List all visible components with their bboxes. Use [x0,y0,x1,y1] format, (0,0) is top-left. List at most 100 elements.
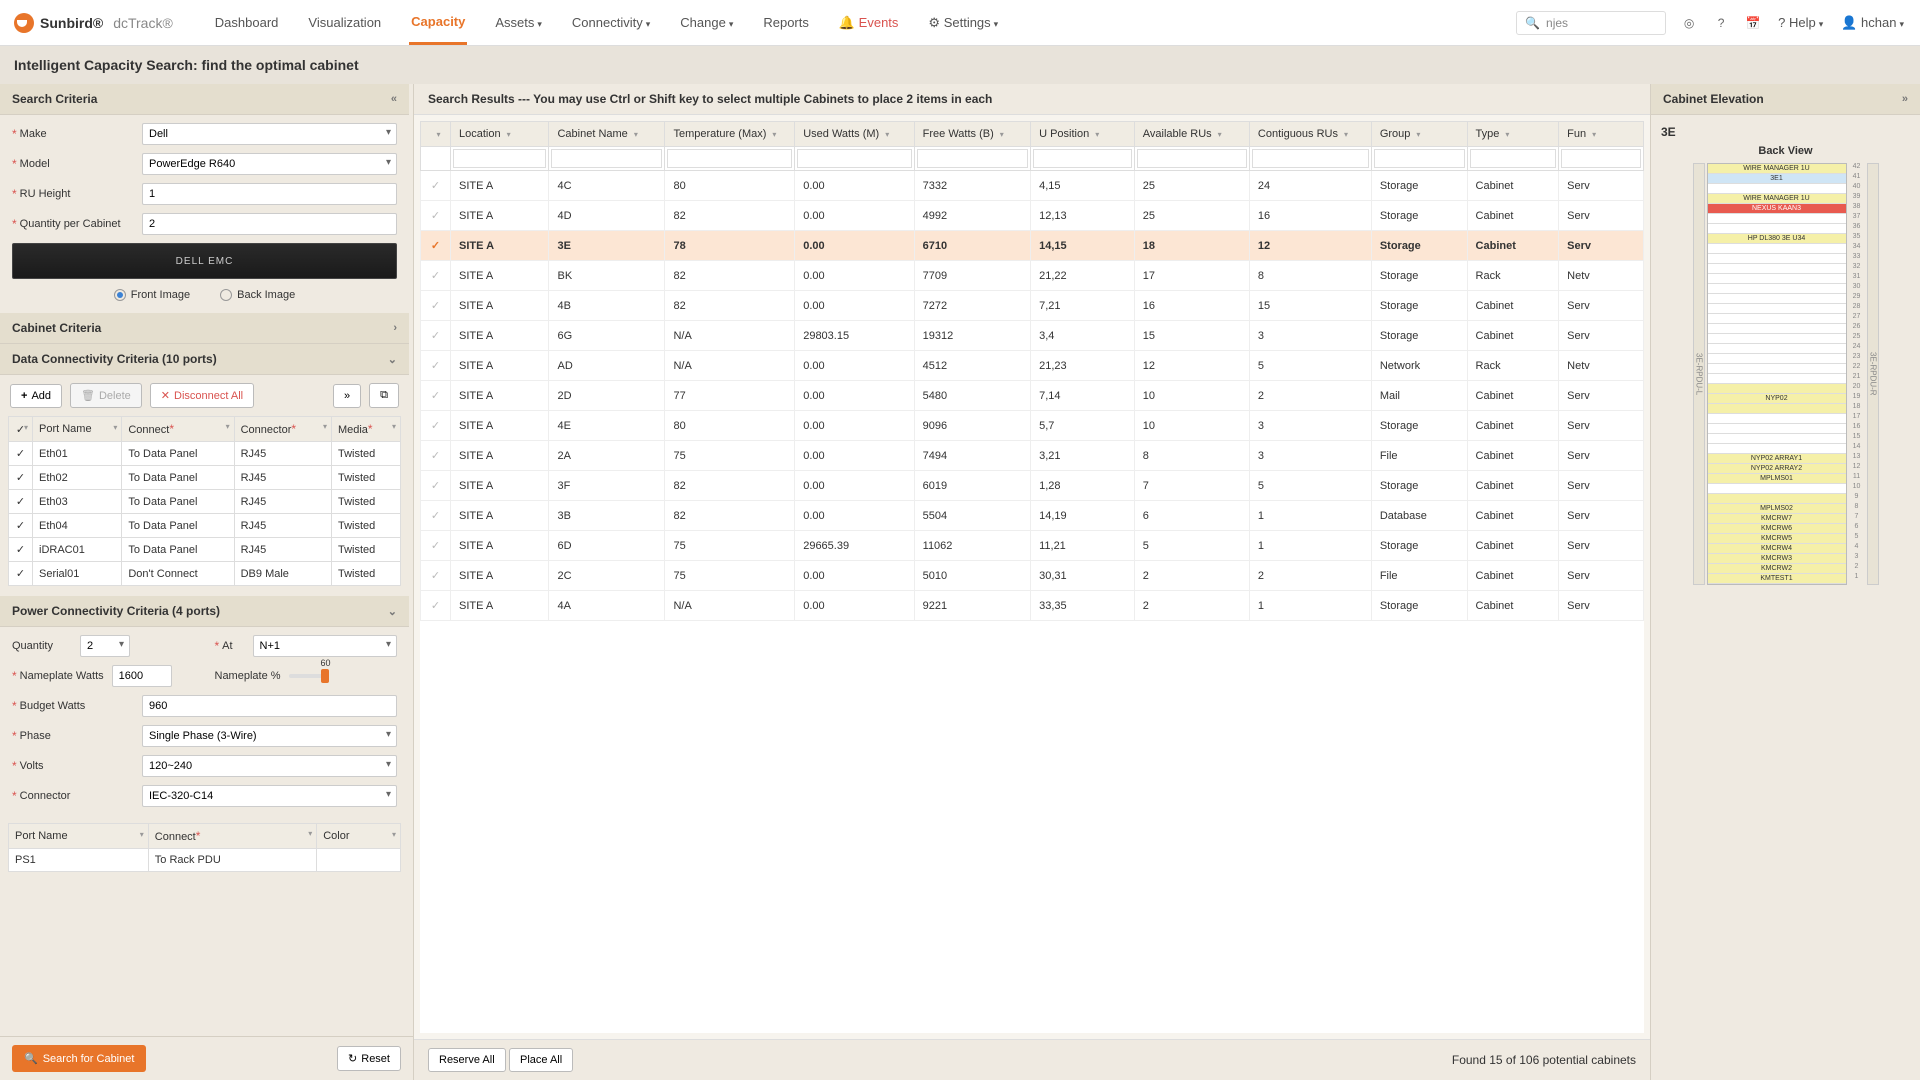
column-filter[interactable] [917,149,1028,168]
nav-dashboard[interactable]: Dashboard [213,2,281,43]
row-check[interactable]: ✓ [421,471,451,501]
target-icon[interactable]: ◎ [1680,14,1698,32]
back-image-radio[interactable]: Back Image [220,289,295,301]
rack-unit[interactable] [1708,264,1846,274]
column-filter[interactable] [551,149,662,168]
rack-unit[interactable]: HP DL380 3E U34 [1708,234,1846,244]
col-header[interactable]: Connect* [148,824,316,849]
help-menu[interactable]: ? Help▾ [1776,2,1825,43]
rack-unit[interactable] [1708,344,1846,354]
col-header[interactable]: Port Name [33,417,122,442]
results-row[interactable]: ✓SITE A2A750.0074943,2183FileCabinetServ [421,441,1644,471]
results-col-header[interactable]: Group [1371,122,1467,147]
port-row[interactable]: ✓Eth04To Data PanelRJ45Twisted [9,514,401,538]
rack-unit[interactable]: NEXUS KAAN3 [1708,204,1846,214]
results-row[interactable]: ✓SITE A4AN/A0.00922133,3521StorageCabine… [421,591,1644,621]
results-row[interactable]: ✓SITE A4B820.0072727,211615StorageCabine… [421,291,1644,321]
nav-reports[interactable]: Reports [761,2,811,43]
ru-height-input[interactable] [142,183,397,205]
rack-unit[interactable] [1708,314,1846,324]
place-all-button[interactable]: Place All [509,1048,573,1072]
connector-select[interactable]: IEC-320-C14 [142,785,397,807]
row-check[interactable]: ✓ [421,231,451,261]
rack-unit[interactable] [1708,354,1846,364]
row-check[interactable]: ✓ [421,441,451,471]
rack-unit[interactable] [1708,424,1846,434]
results-row[interactable]: ✓SITE A3F820.0060191,2875StorageCabinetS… [421,471,1644,501]
rack-unit[interactable] [1708,414,1846,424]
collapse-left-icon[interactable]: « [391,93,397,105]
rack-unit[interactable]: NYP02 ARRAY2 [1708,464,1846,474]
rack-unit[interactable]: KMTEST1 [1708,574,1846,584]
copy-button[interactable]: ⧉ [369,383,399,408]
rack-unit[interactable] [1708,274,1846,284]
row-check[interactable]: ✓ [421,561,451,591]
data-conn-header[interactable]: Data Connectivity Criteria (10 ports) ⌄ [0,344,409,375]
nav-settings[interactable]: ⚙ Settings▾ [926,2,1000,44]
col-header[interactable]: Connector* [234,417,331,442]
nav-change[interactable]: Change▾ [678,2,735,43]
results-row[interactable]: ✓SITE A3E780.00671014,151812StorageCabin… [421,231,1644,261]
results-col-header[interactable]: Cabinet Name [549,122,665,147]
reset-button[interactable]: ↻ Reset [337,1046,401,1071]
column-filter[interactable] [667,149,792,168]
port-row[interactable]: ✓iDRAC01To Data PanelRJ45Twisted [9,538,401,562]
phase-select[interactable]: Single Phase (3-Wire) [142,725,397,747]
column-filter[interactable] [1561,149,1641,168]
rack-unit[interactable] [1708,374,1846,384]
rack-unit[interactable] [1708,384,1846,394]
rack-unit[interactable] [1708,334,1846,344]
results-row[interactable]: ✓SITE A4E800.0090965,7103StorageCabinetS… [421,411,1644,441]
column-filter[interactable] [1470,149,1557,168]
results-col-header[interactable]: Available RUs [1134,122,1249,147]
rack-unit[interactable]: KMCRW2 [1708,564,1846,574]
col-header[interactable]: Media* [331,417,400,442]
results-col-header[interactable]: U Position [1031,122,1135,147]
reserve-all-button[interactable]: Reserve All [428,1048,506,1072]
port-row[interactable]: ✓Eth02To Data PanelRJ45Twisted [9,466,401,490]
delete-port-button[interactable]: 🗑 Delete [70,383,142,408]
port-row[interactable]: ✓Eth01To Data PanelRJ45Twisted [9,442,401,466]
results-row[interactable]: ✓SITE A4C800.0073324,152524StorageCabine… [421,171,1644,201]
row-check[interactable]: ✓ [421,201,451,231]
results-row[interactable]: ✓SITE ABK820.00770921,22178StorageRackNe… [421,261,1644,291]
rack-unit[interactable]: WIRE MANAGER 1U [1708,164,1846,174]
elevation-header[interactable]: Cabinet Elevation » [1651,84,1920,115]
rack-unit[interactable] [1708,444,1846,454]
rack-unit[interactable]: MPLMS02 [1708,504,1846,514]
rack-unit[interactable] [1708,494,1846,504]
volts-select[interactable]: 120~240 [142,755,397,777]
row-check[interactable]: ✓ [421,171,451,201]
power-at-select[interactable]: N+1 [253,635,398,657]
results-row[interactable]: ✓SITE AADN/A0.00451221,23125NetworkRackN… [421,351,1644,381]
front-image-radio[interactable]: Front Image [114,289,190,301]
add-port-button[interactable]: + Add [10,384,62,408]
rack-unit[interactable] [1708,224,1846,234]
disconnect-all-button[interactable]: ✕ Disconnect All [150,383,254,408]
rack-unit[interactable]: MPLMS01 [1708,474,1846,484]
results-row[interactable]: ✓SITE A2D770.0054807,14102MailCabinetSer… [421,381,1644,411]
rack-unit[interactable]: KMCRW5 [1708,534,1846,544]
power-qty-select[interactable]: 2 [80,635,130,657]
results-col-header[interactable]: Contiguous RUs [1249,122,1371,147]
collapse-right-icon[interactable]: » [1902,93,1908,105]
column-filter[interactable] [1033,149,1132,168]
make-select[interactable]: Dell [142,123,397,145]
rack-unit[interactable] [1708,434,1846,444]
help-circle-icon[interactable]: ? [1712,14,1730,32]
row-check[interactable]: ✓ [421,351,451,381]
column-filter[interactable] [797,149,911,168]
results-row[interactable]: ✓SITE A2C750.00501030,3122FileCabinetSer… [421,561,1644,591]
row-check[interactable]: ✓ [421,531,451,561]
rack-unit[interactable] [1708,244,1846,254]
port-row[interactable]: ✓Eth03To Data PanelRJ45Twisted [9,490,401,514]
row-check[interactable]: ✓ [421,411,451,441]
nameplate-watts-input[interactable] [112,665,172,687]
qty-input[interactable] [142,213,397,235]
rack-unit[interactable] [1708,324,1846,334]
row-check[interactable]: ✓ [421,261,451,291]
rack-unit[interactable]: KMCRW6 [1708,524,1846,534]
nav-visualization[interactable]: Visualization [306,2,383,43]
row-check[interactable]: ✓ [421,501,451,531]
rack-unit[interactable] [1708,404,1846,414]
